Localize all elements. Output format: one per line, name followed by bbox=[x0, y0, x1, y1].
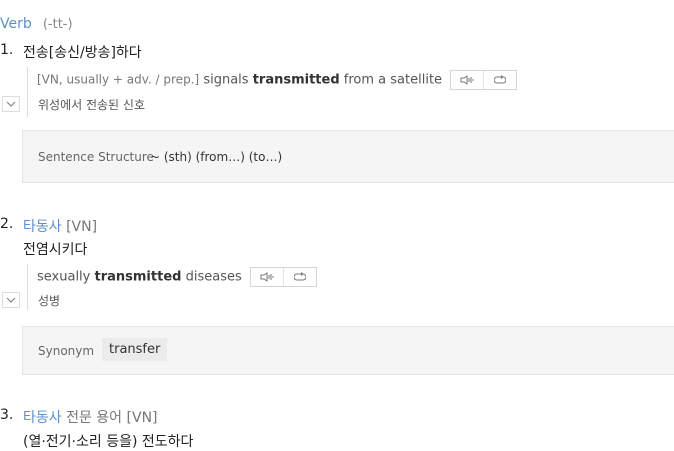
synonym-box: Synonym transfer bbox=[22, 326, 674, 375]
sense-label: 타동사 전문 용어 [VN] bbox=[23, 407, 158, 427]
sense-meaning: 전염시키다 bbox=[23, 242, 88, 258]
sense-number: 1. bbox=[0, 42, 14, 58]
sentence-structure-box: Sentence Structure ~ (sth) (from…) (to…) bbox=[22, 130, 674, 183]
example-audio-controls bbox=[249, 267, 317, 287]
speaker-icon[interactable] bbox=[451, 71, 483, 89]
sense-pattern: [VN] bbox=[126, 410, 158, 426]
sense-meaning: (열·전기·소리 등을) 전도하다 bbox=[23, 434, 194, 450]
speaker-icon[interactable] bbox=[251, 268, 283, 286]
example-post: from a satellite bbox=[343, 72, 443, 88]
example-divider bbox=[27, 264, 30, 310]
example-sentence: sexually transmitted diseases bbox=[37, 267, 317, 287]
sense-pos: 타동사 bbox=[23, 410, 62, 426]
example-keyword: transmitted bbox=[94, 269, 182, 285]
chevron-down-icon[interactable] bbox=[2, 292, 20, 308]
synonym-chip[interactable]: transfer bbox=[102, 338, 168, 361]
sense-number: 3. bbox=[0, 407, 14, 423]
example-post: diseases bbox=[185, 269, 242, 285]
verb-header: Verb (-tt-) bbox=[0, 13, 73, 32]
verb-form: (-tt-) bbox=[42, 17, 73, 32]
box-label: Synonym bbox=[38, 344, 95, 358]
example-sentence: [VN, usually + adv. / prep.] signals tra… bbox=[37, 70, 518, 90]
box-label: Sentence Structure bbox=[38, 150, 154, 164]
example-translation: 위성에서 전송된 신호 bbox=[38, 98, 145, 112]
repeat-icon[interactable] bbox=[282, 268, 316, 286]
sense-pattern: [VN] bbox=[66, 219, 98, 235]
example-pre: sexually bbox=[37, 269, 91, 285]
sense-meaning: 전송[송신/방송]하다 bbox=[23, 45, 142, 61]
chevron-down-icon[interactable] bbox=[2, 96, 20, 112]
box-value: ~ (sth) (from…) (to…) bbox=[150, 150, 283, 164]
sense-number: 2. bbox=[0, 216, 14, 232]
example-keyword: transmitted bbox=[252, 72, 340, 88]
sense-field: 전문 용어 bbox=[66, 410, 123, 426]
part-of-speech: Verb bbox=[0, 16, 32, 32]
example-pre: signals bbox=[203, 72, 249, 88]
sense-pos: 타동사 bbox=[23, 219, 62, 235]
sense-label: 타동사 [VN] bbox=[23, 216, 97, 236]
grammar-pattern: [VN, usually + adv. / prep.] bbox=[37, 72, 200, 87]
example-translation: 성병 bbox=[38, 294, 61, 308]
example-divider bbox=[27, 67, 30, 117]
example-audio-controls bbox=[450, 70, 518, 90]
repeat-icon[interactable] bbox=[483, 71, 516, 89]
